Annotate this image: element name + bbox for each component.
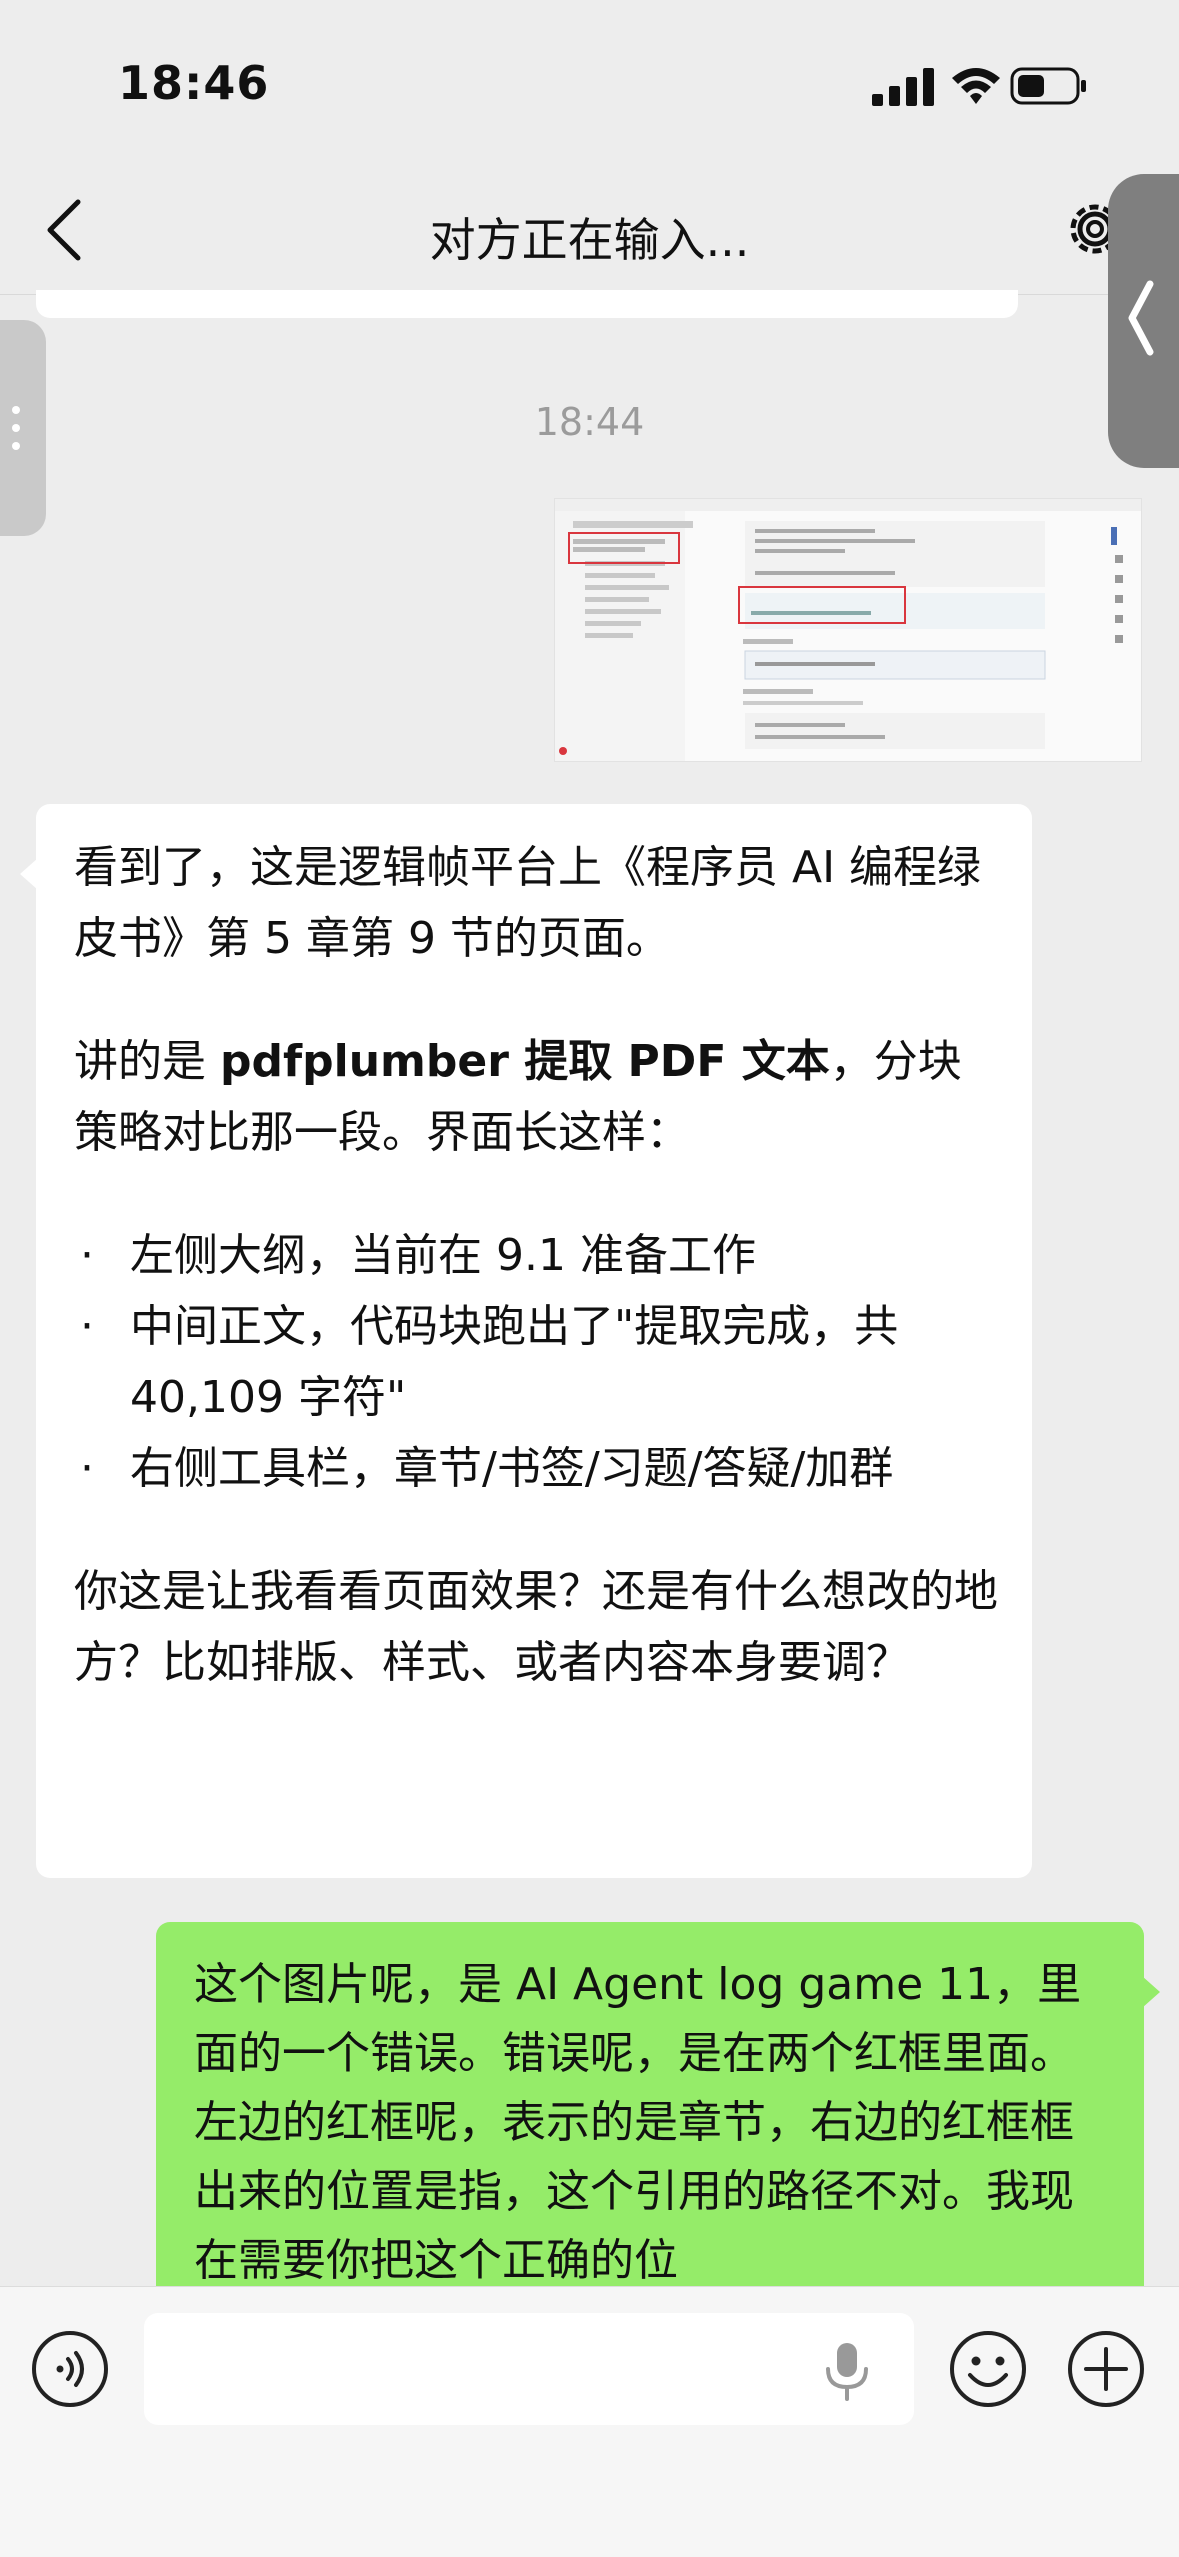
outgoing-message-text: 这个图片呢，是 AI Agent log game 11，里面的一个错误。错误呢…: [194, 1959, 1082, 2286]
bubble-tail: [1142, 1976, 1160, 2008]
incoming-message-text: 看到了，这是逻辑帧平台上《程序员 AI 编程绿皮书》第 5 章第 9 节的页面。…: [74, 832, 1004, 1698]
status-time: 18:46: [118, 56, 270, 110]
previous-message-bubble: [36, 290, 1018, 318]
bullet-list: 左侧大纲，当前在 9.1 准备工作 中间正文，代码块跑出了"提取完成，共 40,…: [74, 1220, 1004, 1504]
list-item: 中间正文，代码块跑出了"提取完成，共 40,109 字符": [74, 1291, 1004, 1433]
status-bar: 18:46: [0, 0, 1179, 170]
message-timestamp: 18:44: [534, 400, 645, 444]
microphone-icon[interactable]: [820, 2341, 874, 2401]
message-paragraph: 看到了，这是逻辑帧平台上《程序员 AI 编程绿皮书》第 5 章第 9 节的页面。: [74, 842, 982, 964]
outgoing-message-bubble[interactable]: 这个图片呢，是 AI Agent log game 11，里面的一个错误。错误呢…: [156, 1922, 1160, 2302]
wifi-icon: [952, 68, 1000, 104]
chevron-left-icon: [1128, 280, 1154, 356]
battery-icon: [1010, 67, 1086, 105]
screenshot-image-message[interactable]: [554, 498, 1142, 762]
list-item: 左侧大纲，当前在 9.1 准备工作: [74, 1220, 1004, 1291]
nav-bar: 对方正在输入...: [0, 170, 1179, 295]
message-input[interactable]: [144, 2313, 914, 2425]
screenshot-thumbnail: [555, 499, 1141, 761]
plus-icon[interactable]: [1066, 2329, 1146, 2409]
input-bar: [0, 2286, 1179, 2557]
list-item: 右侧工具栏，章节/书签/习题/答疑/加群: [74, 1433, 1004, 1504]
message-paragraph: 你这是让我看看页面效果？还是有什么想改的地方？比如排版、样式、或者内容本身要调？: [74, 1566, 998, 1688]
cellular-signal-icon: [872, 68, 934, 106]
voice-mode-icon[interactable]: [30, 2329, 110, 2409]
emoji-icon[interactable]: [948, 2329, 1028, 2409]
message-paragraph: 讲的是 pdfplumber 提取 PDF 文本，分块策略对比那一段。界面长这样…: [74, 1026, 1004, 1168]
text-run: 讲的是: [74, 1036, 220, 1087]
bubble-tail: [20, 858, 38, 890]
incoming-message-bubble[interactable]: 看到了，这是逻辑帧平台上《程序员 AI 编程绿皮书》第 5 章第 9 节的页面。…: [20, 804, 1032, 1878]
chat-title: 对方正在输入...: [429, 213, 750, 267]
bold-text-run: pdfplumber 提取 PDF 文本: [220, 1036, 830, 1087]
